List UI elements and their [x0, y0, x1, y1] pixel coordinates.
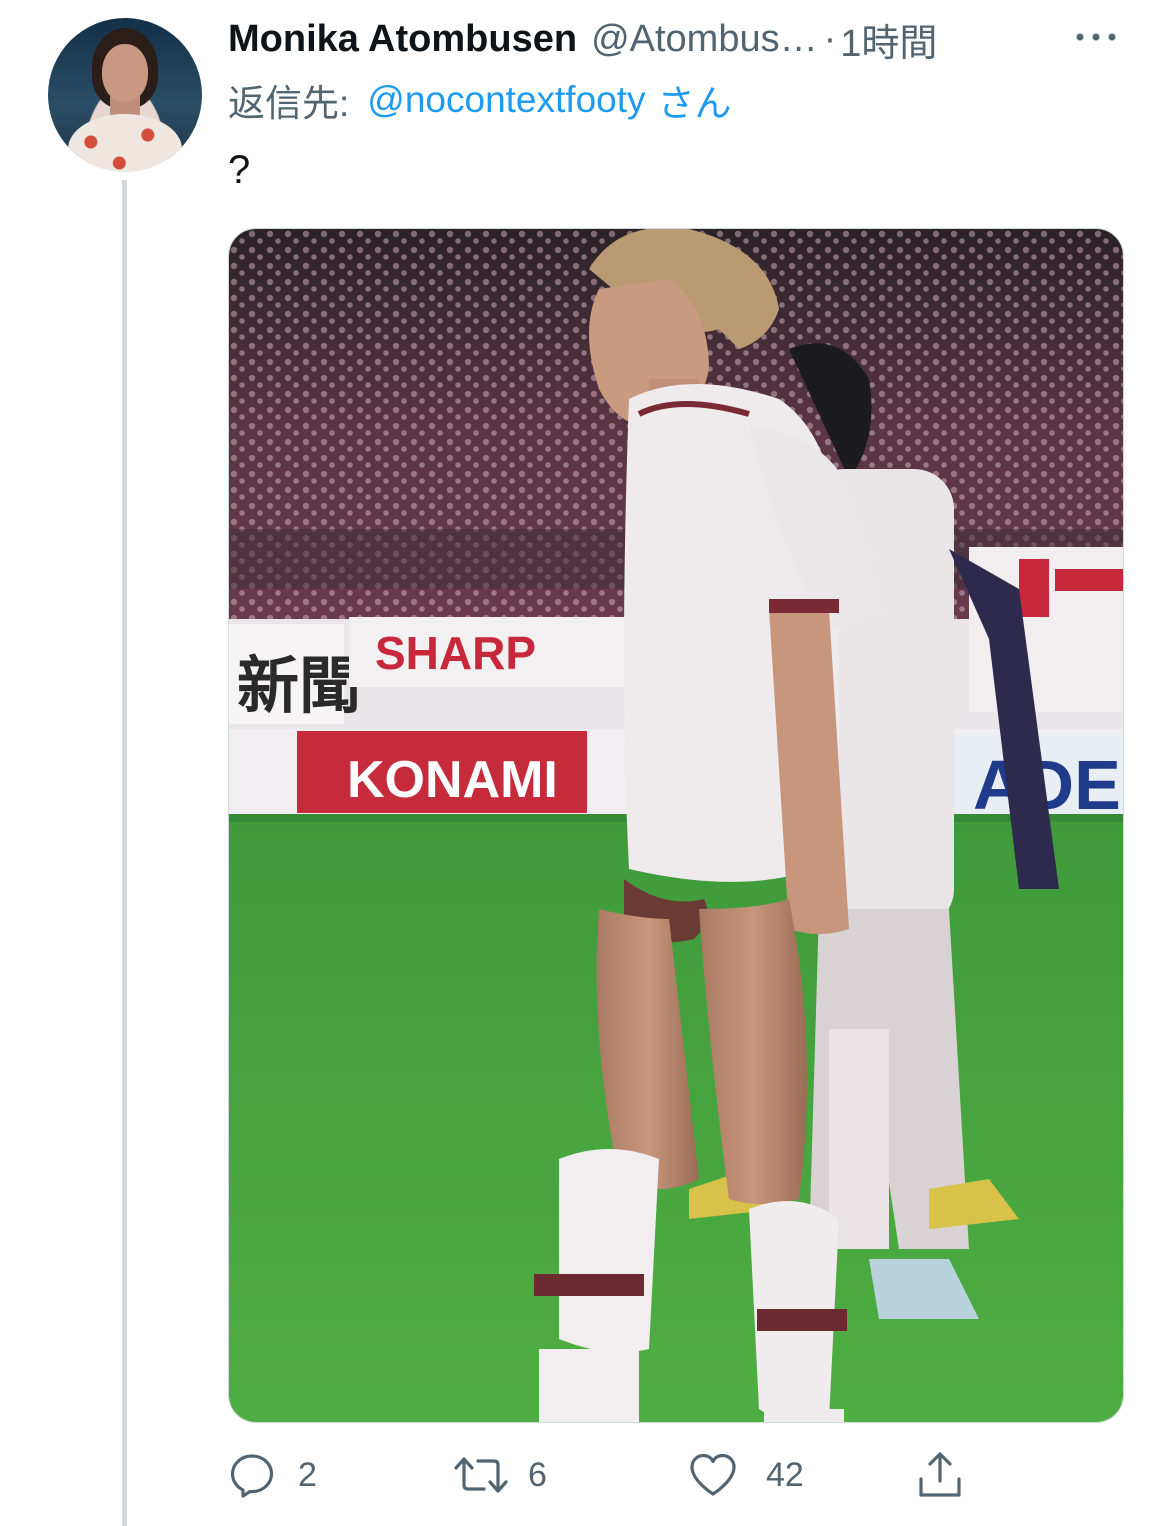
tweet-photo[interactable]: 新聞 SHARP KONAMI ADE [228, 228, 1124, 1423]
reply-count: 2 [298, 1455, 317, 1494]
board-text-shinbun: 新聞 [237, 649, 361, 722]
tweet-actions: 2 6 42 [228, 1440, 988, 1510]
reply-to-mention-link[interactable]: @nocontextfooty [367, 79, 645, 121]
share-button[interactable] [916, 1440, 964, 1510]
like-button[interactable]: 42 [688, 1440, 804, 1510]
tweet-timestamp[interactable]: 1時間 [840, 12, 937, 67]
like-count: 42 [766, 1455, 804, 1494]
retweet-icon [452, 1451, 510, 1499]
reply-to-label: 返信先: [228, 83, 350, 124]
like-icon [688, 1451, 738, 1499]
tweet[interactable]: Monika Atombusen @Atombus… · 1時間 返信先: @n… [0, 0, 1170, 1526]
reply-button[interactable]: 2 [228, 1440, 317, 1510]
avatar[interactable] [48, 18, 202, 172]
tweet-header: Monika Atombusen @Atombus… · 1時間 [228, 12, 1108, 66]
retweet-button[interactable]: 6 [452, 1440, 547, 1510]
retweet-count: 6 [528, 1455, 547, 1494]
board-text-sharp: SHARP [375, 627, 536, 679]
thread-line [122, 180, 127, 1526]
author-display-name[interactable]: Monika Atombusen [228, 18, 577, 61]
reply-icon [228, 1451, 276, 1499]
separator-dot: · [823, 17, 837, 60]
tweet-text: ? [228, 148, 251, 192]
reply-context: 返信先: @nocontextfooty さん [228, 74, 732, 126]
author-handle[interactable]: @Atombus… [591, 18, 818, 61]
board-text-konami: KONAMI [347, 751, 558, 809]
avatar-face [102, 44, 148, 102]
more-icon[interactable] [1072, 22, 1120, 52]
photo-football-player: 新聞 SHARP KONAMI ADE [229, 229, 1123, 1422]
share-icon [916, 1449, 964, 1501]
avatar-clothing [68, 114, 182, 172]
reply-to-suffix: さん [657, 83, 732, 124]
